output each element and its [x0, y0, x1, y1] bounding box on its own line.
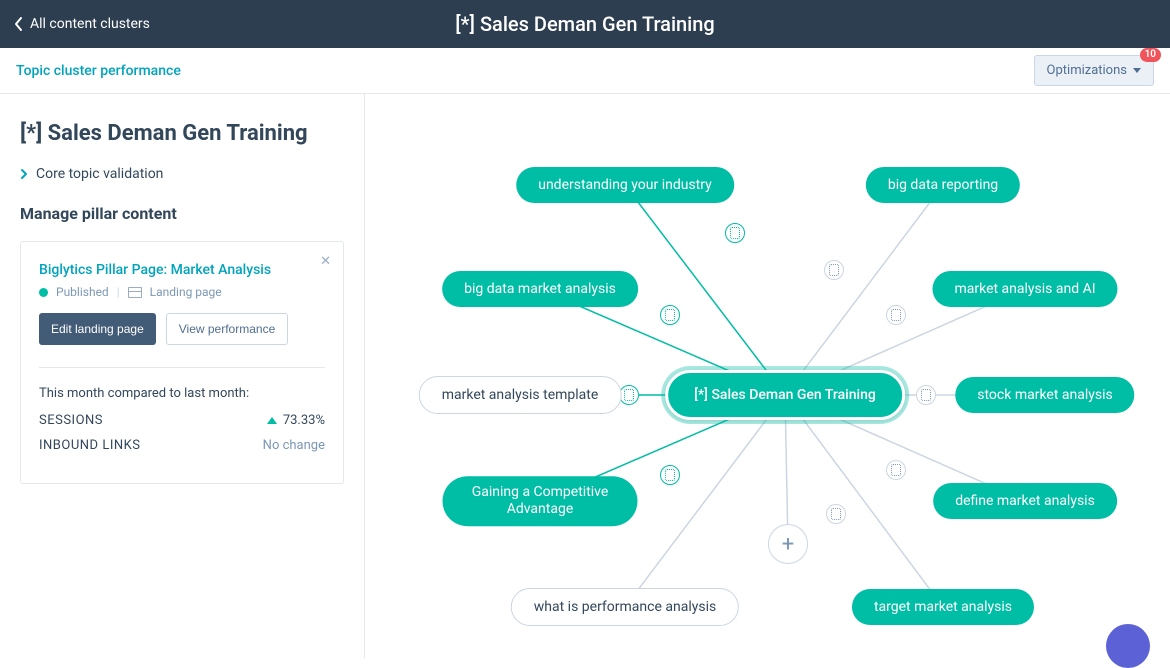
compare-label: This month compared to last month:: [39, 386, 325, 401]
topbar: All content clusters [*] Sales Deman Gen…: [0, 0, 1170, 48]
link-handle-icon[interactable]: [725, 223, 745, 243]
link-handle-icon[interactable]: [886, 305, 906, 325]
link-handle-icon[interactable]: [824, 260, 844, 280]
node-line2: Advantage: [507, 501, 574, 517]
optimizations-label: Optimizations: [1047, 63, 1127, 78]
node-line1: Gaining a Competitive: [472, 484, 609, 500]
pillar-card-title[interactable]: Biglytics Pillar Page: Market Analysis: [39, 262, 325, 278]
topic-node-market-analysis-template[interactable]: market analysis template: [419, 376, 622, 414]
edit-landing-page-button[interactable]: Edit landing page: [39, 313, 156, 345]
core-topic-validation-label: Core topic validation: [36, 166, 163, 182]
topic-cluster-performance-link[interactable]: Topic cluster performance: [16, 63, 181, 79]
topic-node-big-data-reporting[interactable]: big data reporting: [866, 167, 1020, 203]
trend-up-icon: [267, 417, 277, 424]
topic-node-performance-analysis[interactable]: what is performance analysis: [511, 588, 739, 626]
link-handle-icon[interactable]: [886, 460, 906, 480]
link-handle-icon[interactable]: [660, 465, 680, 485]
chevron-right-icon: [20, 168, 28, 180]
topic-node-stock-market-analysis[interactable]: stock market analysis: [955, 377, 1134, 413]
sidebar: [*] Sales Deman Gen Training Core topic …: [0, 94, 365, 658]
stat-sessions-label: SESSIONS: [39, 413, 103, 428]
center-node[interactable]: [*] Sales Deman Gen Training: [665, 370, 905, 420]
link-handle-icon[interactable]: [660, 305, 680, 325]
back-link[interactable]: All content clusters: [0, 16, 150, 32]
landing-page-icon: [128, 287, 142, 298]
link-handle-icon[interactable]: [619, 385, 639, 405]
cluster-title: [*] Sales Deman Gen Training: [20, 121, 344, 146]
view-performance-button[interactable]: View performance: [166, 313, 289, 345]
link-handle-icon[interactable]: [826, 504, 846, 524]
help-fab[interactable]: [1106, 624, 1150, 668]
manage-pillar-heading: Manage pillar content: [20, 204, 344, 223]
topic-node-competitive-advantage[interactable]: Gaining a Competitive Advantage: [443, 476, 638, 526]
pillar-card: ✕ Biglytics Pillar Page: Market Analysis…: [20, 241, 344, 484]
back-label: All content clusters: [30, 16, 150, 32]
separator: |: [117, 285, 120, 299]
divider: [39, 367, 325, 368]
close-icon[interactable]: ✕: [320, 254, 331, 269]
core-topic-validation-toggle[interactable]: Core topic validation: [20, 166, 344, 182]
status-label: Published: [56, 285, 109, 299]
topic-node-define-market-analysis[interactable]: define market analysis: [933, 483, 1117, 519]
content-type-label: Landing page: [150, 285, 222, 299]
topic-node-market-analysis-ai[interactable]: market analysis and AI: [932, 271, 1117, 307]
topic-node-target-market-analysis[interactable]: target market analysis: [852, 589, 1034, 625]
optimizations-badge: 10: [1140, 48, 1161, 62]
stat-sessions-value: 73.33%: [283, 413, 325, 428]
page-title: [*] Sales Deman Gen Training: [455, 12, 715, 36]
topic-node-big-data-market-analysis[interactable]: big data market analysis: [442, 271, 638, 307]
cluster-graph[interactable]: understanding your industry big data rep…: [365, 94, 1170, 658]
chevron-left-icon: [14, 16, 24, 32]
subbar: Topic cluster performance Optimizations …: [0, 48, 1170, 94]
topic-node-understanding-industry[interactable]: understanding your industry: [516, 167, 734, 203]
stat-inbound-label: INBOUND LINKS: [39, 438, 141, 453]
status-dot-icon: [39, 288, 48, 297]
add-node-button[interactable]: +: [768, 524, 808, 564]
stat-inbound-value: No change: [263, 438, 325, 453]
optimizations-button[interactable]: Optimizations 10: [1034, 55, 1154, 86]
link-handle-icon[interactable]: [916, 385, 936, 405]
chevron-down-icon: [1133, 68, 1141, 73]
